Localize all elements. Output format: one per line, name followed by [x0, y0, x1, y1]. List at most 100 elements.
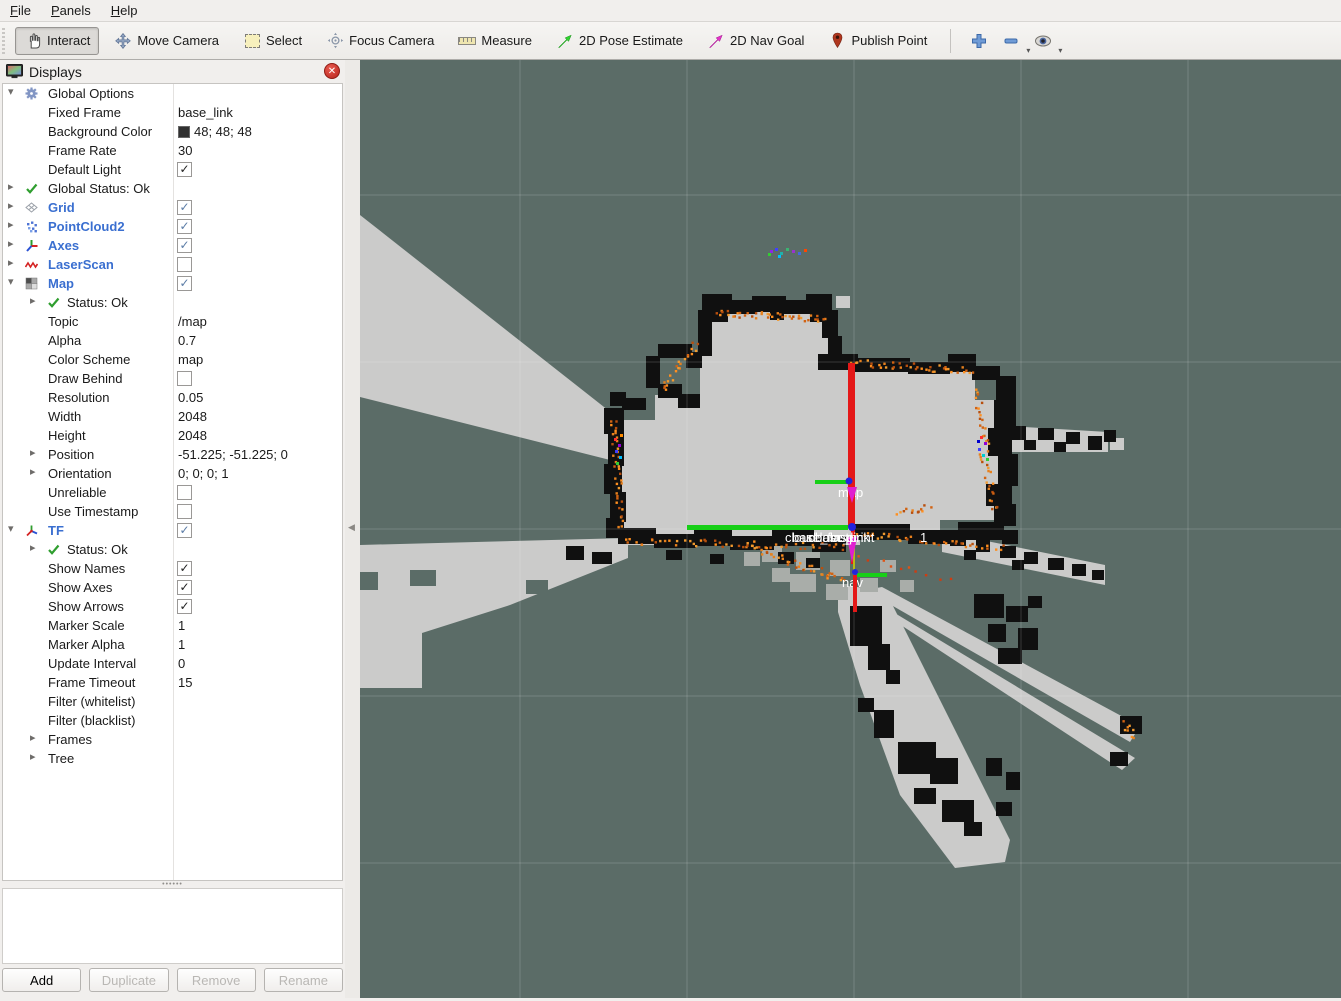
- property-value[interactable]: 15: [178, 675, 192, 690]
- checkbox[interactable]: ✓: [177, 238, 192, 253]
- display-row-draw-behind[interactable]: Draw Behind: [3, 369, 342, 388]
- menu-help[interactable]: Help: [101, 0, 148, 22]
- checkbox[interactable]: ✓: [177, 162, 192, 177]
- expand-arrow-icon[interactable]: ▸: [30, 446, 42, 459]
- display-row-default-light[interactable]: Default Light✓: [3, 160, 342, 179]
- property-value[interactable]: 2048: [178, 428, 207, 443]
- close-icon[interactable]: ✕: [324, 63, 340, 79]
- expand-arrow-icon[interactable]: ▸: [8, 180, 20, 193]
- remove-display-button[interactable]: Remove: [177, 968, 256, 992]
- publish-point-tool-button[interactable]: Publish Point: [819, 27, 936, 55]
- property-value[interactable]: 48; 48; 48: [178, 124, 252, 139]
- display-row-map[interactable]: ▾Map✓: [3, 274, 342, 293]
- property-value[interactable]: 0: [178, 656, 185, 671]
- focus-camera-tool-button[interactable]: Focus Camera: [317, 27, 443, 55]
- display-row-resolution[interactable]: Resolution0.05: [3, 388, 342, 407]
- panel-view-splitter[interactable]: ◀: [345, 60, 360, 998]
- collapse-arrow-icon[interactable]: ▾: [8, 275, 20, 288]
- display-row-update-interval[interactable]: Update Interval0: [3, 654, 342, 673]
- expand-arrow-icon[interactable]: ▸: [30, 731, 42, 744]
- display-row-orientation[interactable]: ▸Orientation0; 0; 0; 1: [3, 464, 342, 483]
- display-row-axes[interactable]: ▸Axes✓: [3, 236, 342, 255]
- checkbox[interactable]: ✓: [177, 276, 192, 291]
- pose-estimate-tool-button[interactable]: 2D Pose Estimate: [547, 27, 692, 55]
- property-value[interactable]: base_link: [178, 105, 233, 120]
- property-value[interactable]: -51.225; -51.225; 0: [178, 447, 288, 462]
- checkbox[interactable]: ✓: [177, 523, 192, 538]
- add-tool-button[interactable]: [967, 29, 991, 53]
- menu-panels[interactable]: Panels: [41, 0, 101, 22]
- expand-arrow-icon[interactable]: ▸: [8, 237, 20, 250]
- menu-file[interactable]: File: [0, 0, 41, 22]
- display-row-filter-whitelist-[interactable]: Filter (whitelist): [3, 692, 342, 711]
- select-tool-button[interactable]: Select: [234, 27, 311, 55]
- expand-arrow-icon[interactable]: ▸: [8, 256, 20, 269]
- expand-arrow-icon[interactable]: ▸: [30, 541, 42, 554]
- checkbox[interactable]: ✓: [177, 599, 192, 614]
- checkbox[interactable]: ✓: [177, 219, 192, 234]
- expand-arrow-icon[interactable]: ▸: [8, 199, 20, 212]
- displays-tree[interactable]: ▾Global OptionsFixed Framebase_linkBackg…: [2, 83, 343, 881]
- display-row-global-options[interactable]: ▾Global Options: [3, 84, 342, 103]
- display-row-background-color[interactable]: Background Color48; 48; 48: [3, 122, 342, 141]
- property-value[interactable]: 1: [178, 618, 185, 633]
- display-row-marker-alpha[interactable]: Marker Alpha1: [3, 635, 342, 654]
- display-row-status-ok[interactable]: ▸Status: Ok: [3, 540, 342, 559]
- nav-goal-tool-button[interactable]: 2D Nav Goal: [698, 27, 813, 55]
- checkbox[interactable]: ✓: [177, 580, 192, 595]
- display-row-topic[interactable]: Topic/map: [3, 312, 342, 331]
- remove-tool-button[interactable]: ▾: [999, 29, 1023, 53]
- property-value[interactable]: 0; 0; 0; 1: [178, 466, 229, 481]
- collapse-arrow-icon[interactable]: ▾: [8, 522, 20, 535]
- add-display-button[interactable]: Add: [2, 968, 81, 992]
- property-value[interactable]: 2048: [178, 409, 207, 424]
- display-row-show-arrows[interactable]: Show Arrows✓: [3, 597, 342, 616]
- expand-arrow-icon[interactable]: ▸: [30, 750, 42, 763]
- expand-arrow-icon[interactable]: ▸: [30, 465, 42, 478]
- display-row-frame-timeout[interactable]: Frame Timeout15: [3, 673, 342, 692]
- display-row-show-names[interactable]: Show Names✓: [3, 559, 342, 578]
- measure-tool-button[interactable]: Measure: [449, 27, 541, 55]
- checkbox[interactable]: ✓: [177, 200, 192, 215]
- display-row-global-status-ok[interactable]: ▸Global Status: Ok: [3, 179, 342, 198]
- display-row-position[interactable]: ▸Position-51.225; -51.225; 0: [3, 445, 342, 464]
- property-value[interactable]: 1: [178, 637, 185, 652]
- displays-panel-header[interactable]: Displays ✕: [0, 60, 345, 83]
- display-row-use-timestamp[interactable]: Use Timestamp: [3, 502, 342, 521]
- checkbox[interactable]: [177, 504, 192, 519]
- display-row-width[interactable]: Width2048: [3, 407, 342, 426]
- display-row-unreliable[interactable]: Unreliable: [3, 483, 342, 502]
- property-value[interactable]: /map: [178, 314, 207, 329]
- property-value[interactable]: 0.7: [178, 333, 196, 348]
- collapse-panel-icon[interactable]: ◀: [348, 522, 355, 533]
- display-row-tree[interactable]: ▸Tree: [3, 749, 342, 768]
- checkbox[interactable]: [177, 485, 192, 500]
- display-row-grid[interactable]: ▸Grid✓: [3, 198, 342, 217]
- toolbar-drag-handle[interactable]: [2, 28, 9, 54]
- move-camera-tool-button[interactable]: Move Camera: [105, 27, 228, 55]
- display-row-laserscan[interactable]: ▸LaserScan: [3, 255, 342, 274]
- display-row-show-axes[interactable]: Show Axes✓: [3, 578, 342, 597]
- duplicate-display-button[interactable]: Duplicate: [89, 968, 168, 992]
- display-row-status-ok[interactable]: ▸Status: Ok: [3, 293, 342, 312]
- display-row-fixed-frame[interactable]: Fixed Framebase_link: [3, 103, 342, 122]
- tool-visibility-button[interactable]: ▾: [1031, 29, 1055, 53]
- display-row-alpha[interactable]: Alpha0.7: [3, 331, 342, 350]
- display-row-pointcloud2[interactable]: ▸PointCloud2✓: [3, 217, 342, 236]
- display-row-marker-scale[interactable]: Marker Scale1: [3, 616, 342, 635]
- property-value[interactable]: map: [178, 352, 203, 367]
- display-row-filter-blacklist-[interactable]: Filter (blacklist): [3, 711, 342, 730]
- display-row-color-scheme[interactable]: Color Schememap: [3, 350, 342, 369]
- display-row-frames[interactable]: ▸Frames: [3, 730, 342, 749]
- expand-arrow-icon[interactable]: ▸: [8, 218, 20, 231]
- checkbox[interactable]: ✓: [177, 561, 192, 576]
- display-row-tf[interactable]: ▾TF✓: [3, 521, 342, 540]
- display-row-height[interactable]: Height2048: [3, 426, 342, 445]
- checkbox[interactable]: [177, 371, 192, 386]
- checkbox[interactable]: [177, 257, 192, 272]
- rename-display-button[interactable]: Rename: [264, 968, 343, 992]
- property-value[interactable]: 0.05: [178, 390, 203, 405]
- collapse-arrow-icon[interactable]: ▾: [8, 85, 20, 98]
- render-viewport[interactable]: map nav cloud odom base_footprint base_l…: [360, 60, 1341, 998]
- property-value[interactable]: 30: [178, 143, 192, 158]
